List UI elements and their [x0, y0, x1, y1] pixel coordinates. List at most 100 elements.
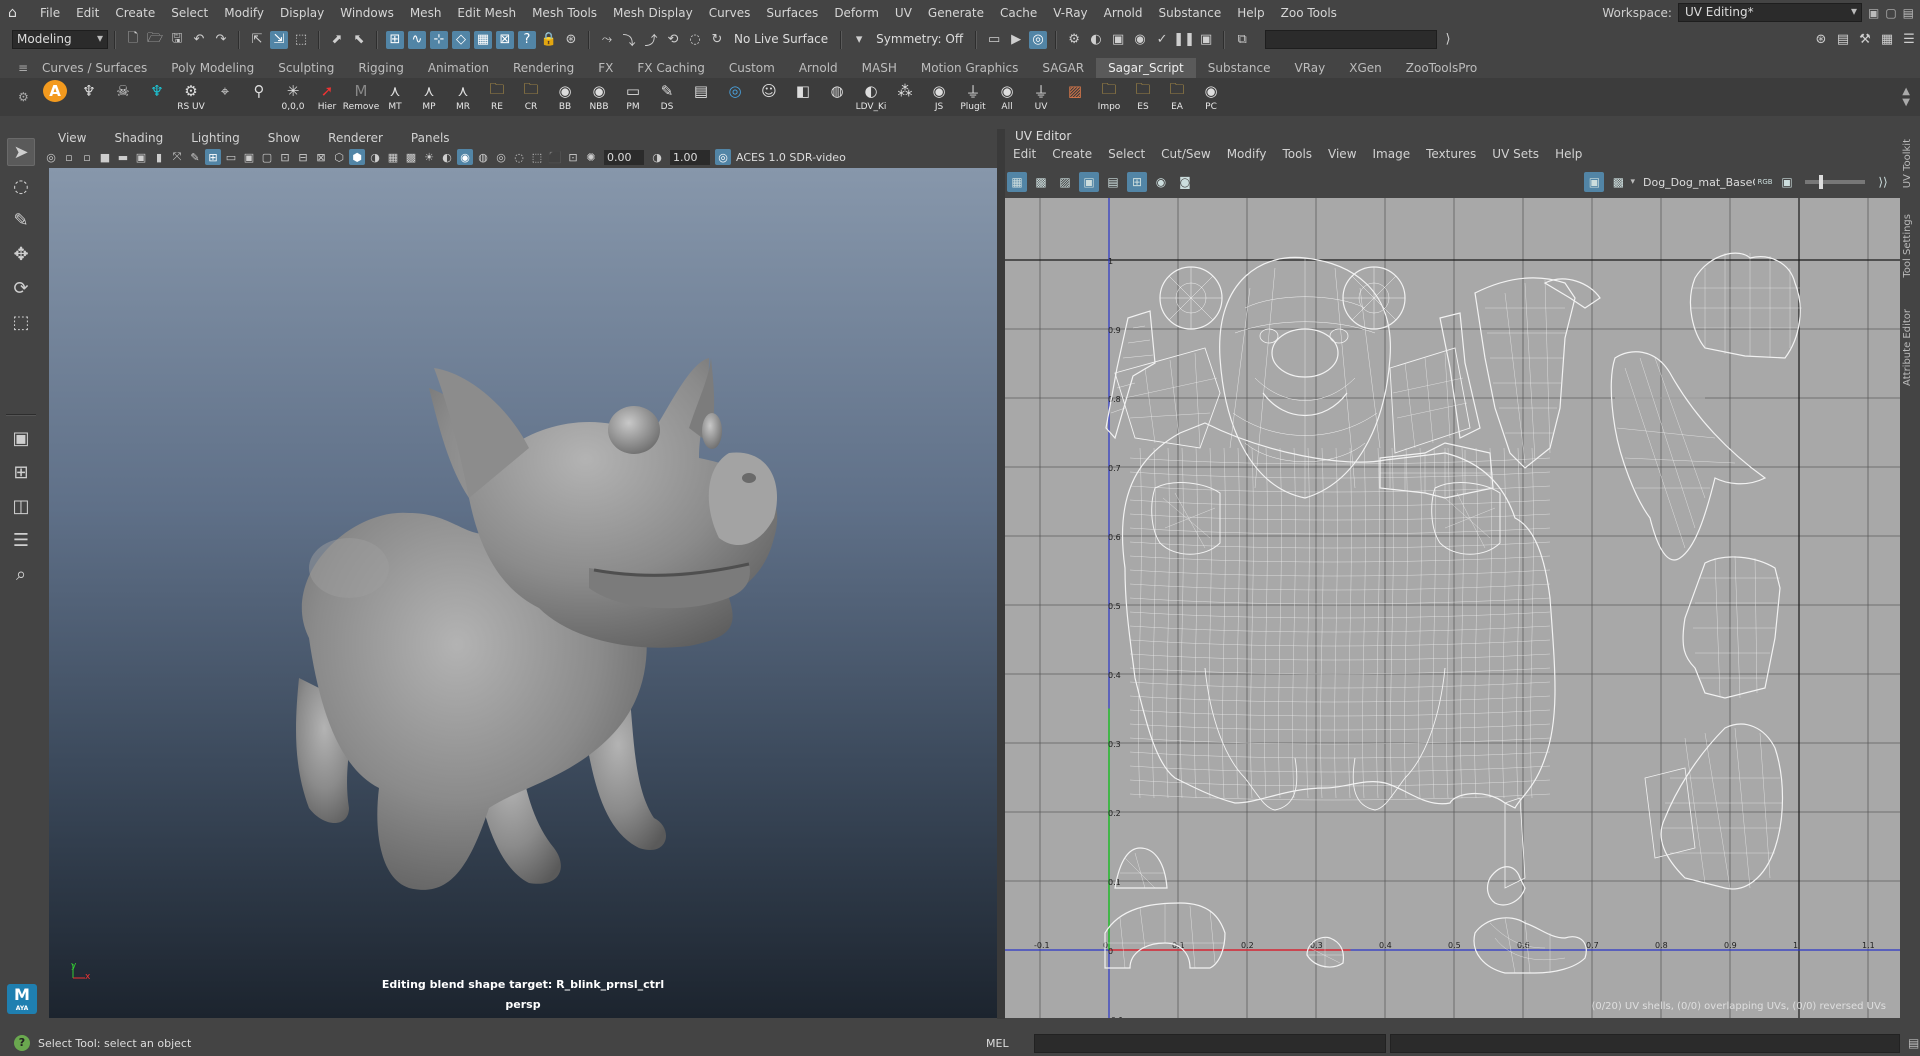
gamma-field[interactable]: 1.00 — [670, 149, 710, 165]
outliner-toggle-icon[interactable]: ☰ — [1900, 31, 1918, 49]
camera-lock-icon[interactable]: ▫ — [61, 149, 77, 165]
isolate-icon[interactable]: ◌ — [511, 149, 527, 165]
viewport-menu-panels[interactable]: Panels — [395, 131, 462, 145]
menu-cache[interactable]: Cache — [992, 6, 1045, 20]
workspace-icon-1[interactable]: ▣ — [1868, 6, 1879, 20]
menu-windows[interactable]: Windows — [332, 6, 402, 20]
panel-divider[interactable] — [997, 129, 1005, 1019]
ipr-render-icon[interactable]: ◎ — [1029, 30, 1048, 49]
symmetry-dropdown[interactable]: Symmetry: Off — [870, 30, 969, 49]
safe-action-icon[interactable]: ⊟ — [295, 149, 311, 165]
uv-checker-toggle-icon[interactable]: ▩ — [1608, 172, 1628, 192]
viewport-menu-view[interactable]: View — [42, 131, 98, 145]
shelf-button-js[interactable]: ◉ JS — [923, 80, 955, 114]
shelf-button-impo[interactable]: 🗀 Impo — [1093, 80, 1125, 114]
shelf-button-spheres[interactable]: ⁂ — [889, 80, 921, 114]
menu-deform[interactable]: Deform — [826, 6, 887, 20]
workspace-dropdown[interactable]: UV Editing* — [1677, 3, 1862, 22]
move-tool-icon[interactable]: ✥ — [7, 240, 35, 268]
shelf-button-arnold-a[interactable]: A — [39, 80, 71, 114]
uv-menu-uv-sets[interactable]: UV Sets — [1484, 147, 1547, 161]
menu-curves[interactable]: Curves — [701, 6, 759, 20]
shelf-tab-vray[interactable]: VRay — [1283, 58, 1338, 78]
menu-modify[interactable]: Modify — [216, 6, 272, 20]
shelf-tab-substance[interactable]: Substance — [1196, 58, 1283, 78]
rgb-channel-icon[interactable]: RGB — [1757, 172, 1773, 192]
snap-curve-icon[interactable]: ∿ — [408, 30, 426, 49]
shelf-tab-curves-surfaces[interactable]: Curves / Surfaces — [30, 58, 159, 78]
shelf-button-swatch[interactable]: ▨ — [1059, 80, 1091, 114]
snapshot-icon[interactable]: ▣ — [1197, 31, 1215, 49]
gate-mask-icon[interactable]: ▢ — [259, 149, 275, 165]
film-icon[interactable]: ▬ — [115, 149, 131, 165]
wireframe-icon[interactable]: ⬡ — [331, 149, 347, 165]
uv-menu-create[interactable]: Create — [1044, 147, 1100, 161]
menu-edit-mesh[interactable]: Edit Mesh — [449, 6, 524, 20]
image-plane-icon[interactable]: ▣ — [133, 149, 149, 165]
uv-options-icon[interactable]: ⟩⟩ — [1873, 172, 1893, 192]
pause-icon[interactable]: ❚❚ — [1173, 31, 1195, 49]
modeling-toolkit-icon[interactable]: ⊛ — [1812, 31, 1830, 49]
camera-select-icon[interactable]: ◎ — [43, 149, 59, 165]
slider-knob[interactable] — [1819, 175, 1823, 189]
hud-icon[interactable]: ⊡ — [565, 149, 581, 165]
shelf-button-ds[interactable]: ✎ DS — [651, 80, 683, 114]
collapse-icon[interactable]: ⟩ — [1439, 31, 1457, 49]
lights-icon[interactable]: ☀ — [421, 149, 437, 165]
uv-canvas[interactable]: 10.90.80.70.60.50.40.30.20.10-0.1-0.100.… — [1005, 198, 1900, 1018]
attribute-editor-icon[interactable]: ▦ — [1878, 31, 1896, 49]
channel-box-icon[interactable]: ▤ — [1834, 31, 1852, 49]
shelf-tab-custom[interactable]: Custom — [717, 58, 787, 78]
menu-arnold[interactable]: Arnold — [1096, 6, 1151, 20]
tab-tool-settings[interactable]: Tool Settings — [1902, 214, 1913, 278]
uv-texture-borders-icon[interactable]: ▣ — [1079, 172, 1099, 192]
uv-menu-textures[interactable]: Textures — [1418, 147, 1484, 161]
gamma-icon[interactable]: ◑ — [649, 149, 665, 165]
shelf-button-avatar[interactable]: ☺ — [753, 80, 785, 114]
undo-icon[interactable]: ↶ — [190, 31, 208, 49]
alpha-channel-icon[interactable]: ▣ — [1777, 172, 1797, 192]
menu-display[interactable]: Display — [272, 6, 332, 20]
uv-shaded-icon[interactable]: ▦ — [1007, 172, 1027, 192]
uv-image-dim-icon[interactable]: ▤ — [1103, 172, 1123, 192]
shelf-tab-animation[interactable]: Animation — [416, 58, 501, 78]
select-object-icon[interactable]: ⇲ — [270, 30, 288, 49]
texture-name[interactable]: Dog_Dog_mat_BaseCo — [1643, 176, 1755, 189]
shelf-button-plugit[interactable]: ⏚ Plugit — [957, 80, 989, 114]
menu-help[interactable]: Help — [1229, 6, 1272, 20]
uv-pixel-snap-icon[interactable]: ◉ — [1151, 172, 1171, 192]
shelf-settings-icon[interactable]: ⚙ — [18, 90, 30, 104]
save-scene-icon[interactable]: 🖫 — [168, 31, 186, 49]
redo-icon[interactable]: ↷ — [212, 31, 230, 49]
color-management-icon[interactable]: ◎ — [715, 149, 731, 165]
shelf-button-ldv-ki[interactable]: ◐ LDV_Ki — [855, 80, 887, 114]
snap-point-icon[interactable]: ⊹ — [430, 30, 448, 49]
select-component-icon[interactable]: ⬚ — [292, 31, 310, 49]
resolution-gate-icon[interactable]: ▣ — [241, 149, 257, 165]
shelf-tab-zootoolspro[interactable]: ZooToolsPro — [1394, 58, 1490, 78]
viewport-menu-shading[interactable]: Shading — [98, 131, 175, 145]
shelf-button-es[interactable]: 🗀 ES — [1127, 80, 1159, 114]
hypershade-icon[interactable]: ◐ — [1087, 31, 1105, 49]
lasso-tool-icon[interactable]: ◌ — [7, 172, 35, 200]
symmetry-icon[interactable]: ▾ — [850, 31, 868, 49]
uv-menu-select[interactable]: Select — [1100, 147, 1153, 161]
menu-v-ray[interactable]: V-Ray — [1045, 6, 1095, 20]
uv-menu-tools[interactable]: Tools — [1274, 147, 1320, 161]
history-icon[interactable]: ⤳ — [598, 31, 616, 49]
shelf-button-re[interactable]: 🗀 RE — [481, 80, 513, 114]
film-gate-icon[interactable]: ▭ — [223, 149, 239, 165]
menu-create[interactable]: Create — [107, 6, 163, 20]
exposure-icon[interactable]: ✺ — [583, 149, 599, 165]
input-ops-icon[interactable]: ⤵ — [620, 31, 638, 49]
shelf-button-ring[interactable]: ◎ — [719, 80, 751, 114]
pick-mask-icon[interactable]: ⬉ — [350, 31, 368, 49]
xray-icon[interactable]: ⬚ — [529, 149, 545, 165]
menu-zoo-tools[interactable]: Zoo Tools — [1273, 6, 1345, 20]
tab-attribute-editor[interactable]: Attribute Editor — [1902, 309, 1913, 386]
ambient-occlusion-icon[interactable]: ◉ — [457, 149, 473, 165]
outliner-icon[interactable]: ☰ — [7, 526, 35, 554]
shelf-tab-fx-caching[interactable]: FX Caching — [625, 58, 716, 78]
shelf-button-tpose[interactable]: ♆ — [73, 80, 105, 114]
script-editor-icon[interactable]: ▤ — [1908, 1036, 1919, 1050]
